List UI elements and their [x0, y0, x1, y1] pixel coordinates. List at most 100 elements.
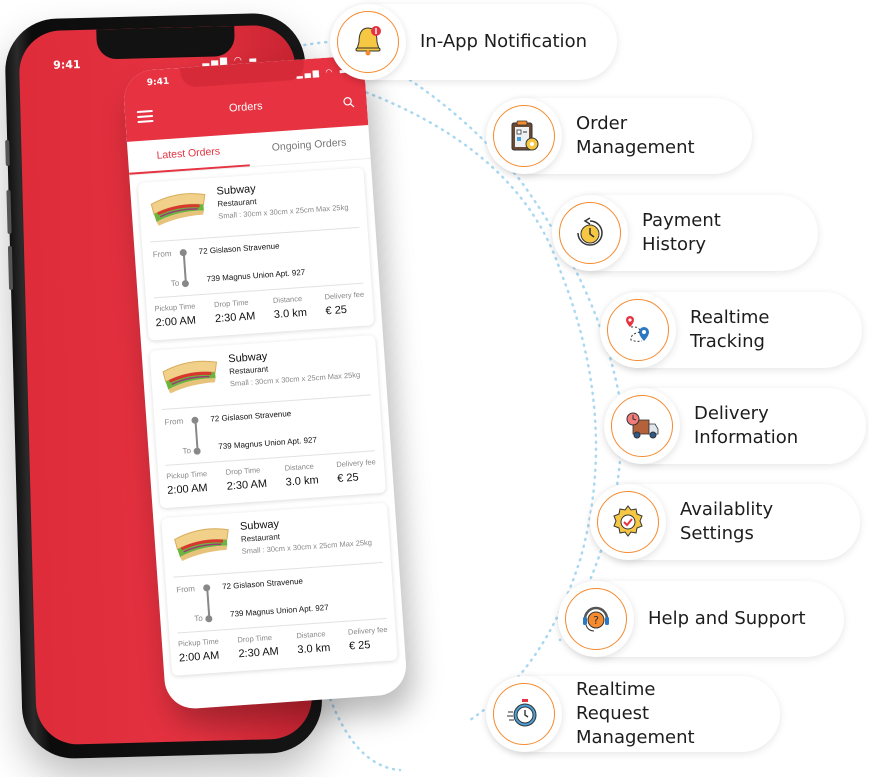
app-screen: 9:41 ▂▄▆ ◠ ▬ Orders Latest Orders Ongoin…: [122, 55, 409, 711]
delivery-truck-icon: [626, 412, 659, 439]
feature-label: Delivery Information: [694, 403, 799, 448]
feature-icon-ring: [611, 395, 673, 457]
feature-icon-ring: [607, 299, 669, 361]
feature-label: Availablity Settings: [680, 499, 774, 544]
order-stat: Drop Time 2:30 AM: [237, 632, 279, 660]
feature-realtime-request-management[interactable]: Realtime Request Management: [486, 676, 780, 752]
tab-latest-orders[interactable]: Latest Orders: [126, 133, 250, 175]
bell-notification-icon: [355, 26, 381, 56]
order-info: Subway Restaurant Small : 30cm x 30cm x …: [228, 344, 362, 404]
order-stat-label: Distance: [296, 629, 326, 641]
map-pins-route-icon: [626, 316, 649, 342]
order-stat-label: Pickup Time: [166, 469, 208, 481]
feature-availability-settings[interactable]: Availablity Settings: [590, 484, 860, 560]
to-label: To: [170, 278, 180, 289]
order-card[interactable]: Subway Restaurant Small : 30cm x 30cm x …: [137, 167, 375, 341]
order-stat-value: 2:00 AM: [178, 649, 220, 665]
route-end-dot: [205, 615, 213, 623]
feature-icon-badge: [604, 388, 680, 464]
order-stat-label: Distance: [284, 461, 315, 473]
order-stat: Pickup Time 2:00 AM: [178, 637, 221, 665]
feature-label: In-App Notification: [420, 31, 587, 52]
from-address: 72 Gislason Stravenue: [210, 409, 292, 424]
route-line: [206, 587, 211, 618]
order-card[interactable]: Subway Restaurant Small : 30cm x 30cm x …: [161, 502, 398, 676]
headset-support-icon: ?: [583, 606, 609, 632]
feature-icon-ring: [559, 202, 621, 264]
feature-label: Help and Support: [648, 608, 806, 629]
order-stat-label: Drop Time: [237, 632, 273, 645]
phone-notch: [96, 25, 236, 60]
order-stat: Drop Time 2:30 AM: [225, 465, 268, 493]
clipboard-gear-icon: [511, 120, 539, 151]
feature-icon-badge: [486, 676, 562, 752]
tab-ongoing-orders[interactable]: Ongoing Orders: [248, 125, 371, 166]
order-stat-label: Drop Time: [225, 465, 261, 477]
feature-label: Realtime Tracking: [690, 307, 770, 352]
order-stat-value: 2:00 AM: [155, 314, 197, 330]
clock-history-icon: [577, 217, 603, 246]
from-address: 72 Gislason Stravenue: [221, 576, 304, 592]
route-end-dot: [193, 447, 201, 455]
from-label: From: [175, 584, 196, 595]
order-stat-label: Delivery fee: [347, 624, 388, 637]
order-stat-value: 2:30 AM: [214, 310, 256, 326]
search-icon[interactable]: [342, 96, 355, 109]
order-stat: Delivery fee € 25: [336, 457, 377, 485]
order-card[interactable]: Subway Restaurant Small : 30cm x 30cm x …: [149, 334, 386, 509]
signal-icon: ▂▄▆: [296, 68, 322, 79]
feature-icon-badge: [590, 484, 666, 560]
order-stat-value: 3.0 km: [285, 474, 320, 489]
feature-icon-ring: [493, 105, 555, 167]
feature-payment-history[interactable]: Payment History: [552, 195, 818, 271]
order-stat-label: Delivery fee: [335, 457, 377, 469]
to-label: To: [194, 613, 204, 624]
order-stat-value: 2:00 AM: [166, 482, 209, 497]
to-address: 739 Magnus Union Apt. 927: [218, 435, 318, 452]
feature-order-management[interactable]: Order Management: [486, 98, 752, 174]
feature-icon-badge: [600, 292, 676, 368]
feature-icon-ring: ?: [565, 588, 627, 650]
to-address: 739 Magnus Union Apt. 927: [206, 267, 306, 284]
order-stat-label: Pickup Time: [177, 636, 220, 649]
gear-check-icon: [613, 505, 643, 537]
feature-in-app-notification[interactable]: In-App Notification: [330, 4, 617, 80]
from-label: From: [152, 249, 172, 260]
order-stat: Pickup Time 2:00 AM: [166, 469, 209, 497]
page-title: Orders: [228, 100, 263, 115]
from-label: From: [164, 416, 184, 427]
order-stat: Distance 3.0 km: [284, 461, 320, 489]
feature-icon-badge: [486, 98, 562, 174]
route-line: [194, 419, 199, 450]
feature-icon-badge: ?: [558, 581, 634, 657]
feature-help-and-support[interactable]: ? Help and Support: [558, 581, 844, 657]
status-time: 9:41: [146, 76, 170, 89]
order-stat-label: Delivery fee: [324, 289, 365, 302]
sandwich-image: [174, 528, 229, 561]
order-stat-value: 3.0 km: [296, 641, 331, 657]
order-stat: Pickup Time 2:00 AM: [154, 301, 197, 329]
order-stat: Drop Time 2:30 AM: [214, 297, 256, 325]
feature-icon-ring: [337, 11, 399, 73]
order-stat: Distance 3.0 km: [296, 629, 331, 656]
order-stat: Distance 3.0 km: [273, 294, 308, 321]
from-address: 72 Gislason Stravenue: [198, 241, 280, 257]
order-info: Subway Restaurant Small : 30cm x 30cm x …: [240, 512, 374, 572]
order-stat: Delivery fee € 25: [324, 290, 365, 318]
order-info: Subway Restaurant Small : 30cm x 30cm x …: [216, 177, 350, 237]
status-time: 9:41: [53, 58, 81, 72]
to-label: To: [182, 446, 192, 456]
wifi-icon: ◠: [325, 67, 335, 77]
order-stat-value: € 25: [325, 303, 348, 318]
order-stat-value: € 25: [336, 471, 360, 485]
route-end-dot: [181, 279, 190, 288]
feature-label: Realtime Request Management: [576, 679, 695, 748]
order-stat-value: 2:30 AM: [226, 477, 268, 493]
feature-icon-badge: [330, 4, 406, 80]
feature-icon-ring: [597, 491, 659, 553]
feature-delivery-information[interactable]: Delivery Information: [604, 388, 866, 464]
order-stat-value: € 25: [348, 639, 371, 653]
order-stat-label: Pickup Time: [154, 301, 196, 314]
order-stat-label: Distance: [272, 294, 303, 306]
feature-realtime-tracking[interactable]: Realtime Tracking: [600, 292, 862, 368]
